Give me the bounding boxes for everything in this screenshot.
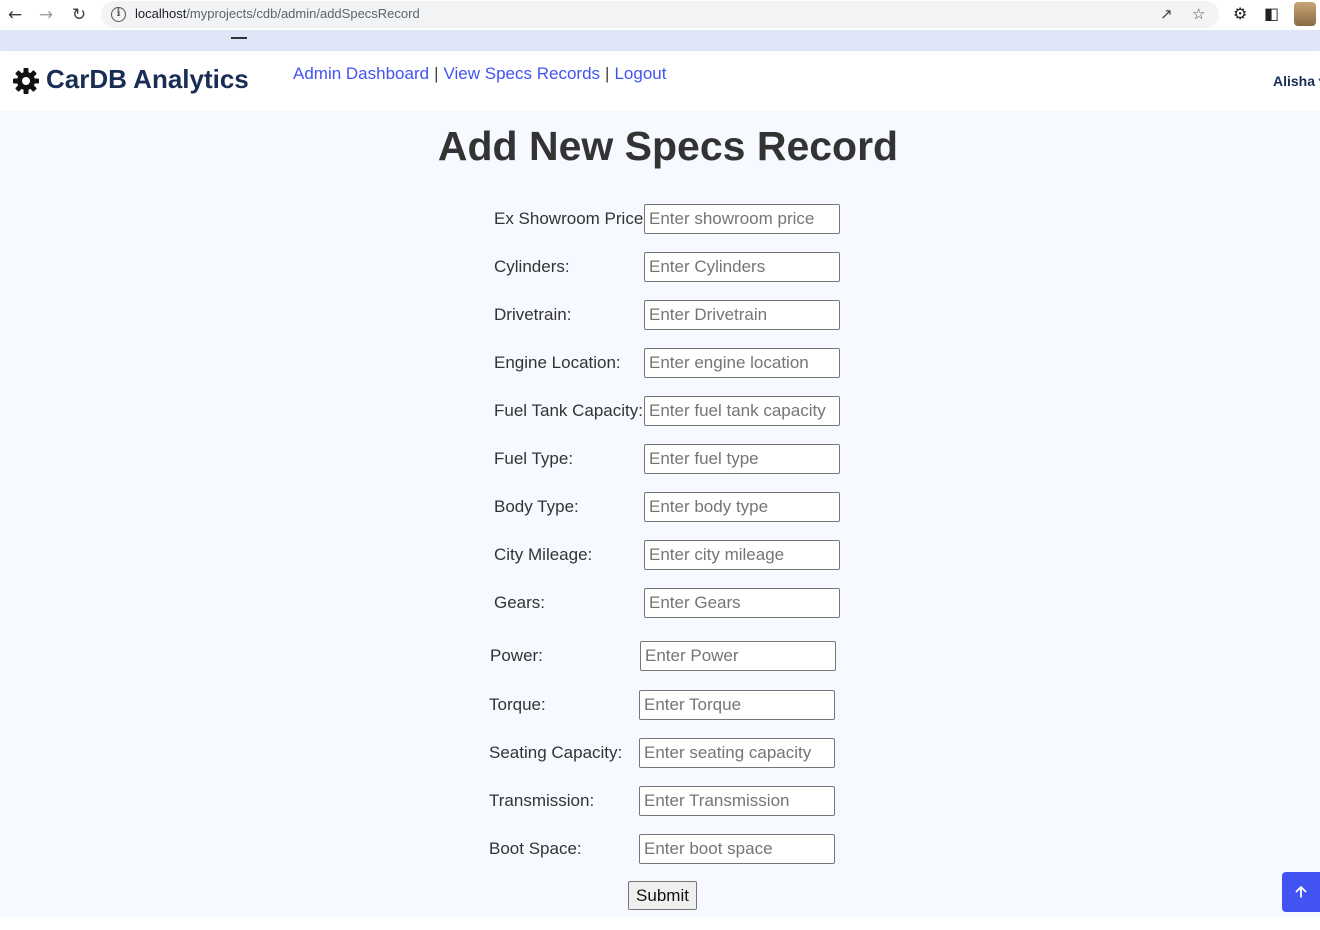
- main-content: Add New Specs Record Ex Showroom Price: …: [0, 111, 1320, 917]
- url-text[interactable]: localhost/myprojects/cdb/admin/addSpecsR…: [135, 6, 420, 21]
- cylinders-input[interactable]: [644, 252, 840, 282]
- user-name: Alisha: [1273, 73, 1316, 89]
- torque-input[interactable]: [639, 690, 835, 720]
- info-icon[interactable]: i: [111, 7, 126, 22]
- gear-icon: [13, 68, 39, 94]
- city-mileage-input[interactable]: [644, 540, 840, 570]
- address-bar[interactable]: i localhost/myprojects/cdb/admin/addSpec…: [101, 1, 1219, 28]
- field-label: Fuel Type:: [494, 449, 574, 468]
- forward-arrow-icon[interactable]: →: [34, 3, 58, 27]
- field-label: Seating Capacity:: [489, 743, 623, 762]
- tab-strip-mark: [231, 37, 247, 39]
- power-input[interactable]: [640, 641, 836, 671]
- arrow-up-icon: [1295, 886, 1307, 898]
- field-label: City Mileage:: [494, 545, 593, 564]
- ex-showroom-price-input[interactable]: [644, 204, 840, 234]
- star-icon[interactable]: ☆: [1192, 5, 1205, 23]
- seating-capacity-input[interactable]: [639, 738, 835, 768]
- back-to-top-button[interactable]: [1282, 872, 1320, 912]
- field-label: Boot Space:: [489, 839, 582, 858]
- side-panel-icon[interactable]: ◧: [1264, 4, 1279, 23]
- field-label: Torque:: [489, 695, 546, 714]
- page-bottom-edge: [0, 917, 1320, 930]
- field-label: Power:: [490, 646, 543, 665]
- fuel-type-input[interactable]: [644, 444, 840, 474]
- gears-input[interactable]: [644, 588, 840, 618]
- browser-chrome: ← → ↻ i localhost/myprojects/cdb/admin/a…: [0, 0, 1320, 51]
- extensions-icon[interactable]: ⚙: [1233, 4, 1247, 23]
- submit-button[interactable]: Submit: [628, 881, 697, 910]
- boot-space-input[interactable]: [639, 834, 835, 864]
- page-title: Add New Specs Record: [437, 123, 899, 169]
- nav-view-specs-records[interactable]: View Specs Records: [444, 64, 601, 83]
- nav-separator: |: [434, 64, 439, 83]
- field-label: Engine Location:: [494, 353, 621, 372]
- engine-location-input[interactable]: [644, 348, 840, 378]
- transmission-input[interactable]: [639, 786, 835, 816]
- fuel-tank-capacity-input[interactable]: [644, 396, 840, 426]
- field-label: Drivetrain:: [494, 305, 572, 324]
- brand-name[interactable]: CarDB Analytics: [46, 64, 249, 95]
- share-icon[interactable]: ↗: [1160, 5, 1173, 23]
- field-label: Body Type:: [494, 497, 579, 516]
- back-arrow-icon[interactable]: ←: [3, 3, 27, 27]
- drivetrain-input[interactable]: [644, 300, 840, 330]
- url-host: localhost: [135, 6, 187, 21]
- app-header: CarDB Analytics Admin Dashboard | View Spe…: [0, 51, 1320, 111]
- field-label: Ex Showroom Price:: [494, 209, 648, 228]
- nav-logout[interactable]: Logout: [614, 64, 666, 83]
- nav-admin-dashboard[interactable]: Admin Dashboard: [293, 64, 429, 83]
- profile-avatar[interactable]: [1294, 2, 1316, 26]
- field-label: Cylinders:: [494, 257, 570, 276]
- field-label: Transmission:: [489, 791, 595, 810]
- field-label: Gears:: [494, 593, 546, 612]
- browser-toolbar: ← → ↻ i localhost/myprojects/cdb/admin/a…: [0, 0, 1320, 30]
- main-nav: Admin Dashboard | View Specs Records | Logou…: [293, 64, 666, 84]
- user-menu[interactable]: Alisha ▾: [1273, 73, 1320, 90]
- field-label: Fuel Tank Capacity:: [494, 401, 643, 420]
- body-type-input[interactable]: [644, 492, 840, 522]
- reload-icon[interactable]: ↻: [67, 3, 91, 27]
- nav-separator: |: [605, 64, 610, 83]
- url-path: /myprojects/cdb/admin/addSpecsRecord: [186, 6, 420, 21]
